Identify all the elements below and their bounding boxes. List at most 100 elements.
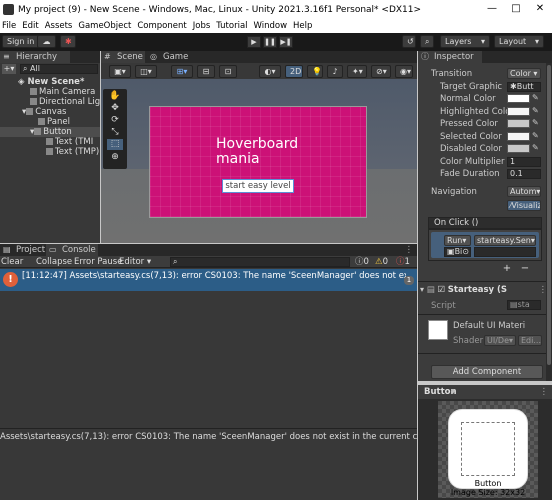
- enabled-checkbox[interactable]: ☑: [437, 285, 445, 295]
- error-count-toggle[interactable]: ⓘ1: [396, 257, 410, 267]
- cube-icon[interactable]: ◫▾: [135, 65, 157, 78]
- rotate-tool-icon[interactable]: ⟳: [107, 115, 123, 126]
- onclick-entry[interactable]: Run▾ starteasy.Sen▾ ▣Bi⊙: [431, 232, 539, 258]
- hidden-objects-icon[interactable]: ⊘▾: [371, 65, 391, 78]
- hand-tool-icon[interactable]: ✋: [107, 91, 123, 102]
- layout-dropdown[interactable]: Layout ▾: [494, 35, 544, 48]
- canvas-rect[interactable]: Hoverboard mania start easy level: [149, 106, 367, 218]
- menu-component[interactable]: Component: [137, 21, 186, 31]
- transition-dropdown[interactable]: Color ▾: [507, 68, 541, 79]
- argument-field[interactable]: [474, 247, 536, 257]
- hierarchy-item-panel[interactable]: Panel: [38, 117, 70, 127]
- pressed-color-swatch[interactable]: [507, 119, 530, 128]
- tab-scene[interactable]: # Scene: [101, 51, 145, 63]
- target-graphic-field[interactable]: ✱Butt: [507, 82, 541, 92]
- warning-count-toggle[interactable]: ⚠0: [375, 257, 388, 267]
- hierarchy-item-text-tmi[interactable]: Text (TMI: [46, 137, 93, 147]
- scale-tool-icon[interactable]: ⤡: [107, 127, 123, 138]
- tab-inspector[interactable]: ⓘ Inspector: [418, 51, 482, 63]
- play-button[interactable]: ▶: [247, 36, 261, 48]
- highlighted-color-swatch[interactable]: [507, 107, 530, 116]
- cloud-icon[interactable]: ☁: [37, 35, 56, 48]
- hierarchy-item-canvas[interactable]: ▾ Canvas: [22, 107, 66, 117]
- hierarchy-item-scene[interactable]: ◈ New Scene*: [0, 77, 100, 87]
- start-easy-button[interactable]: start easy level: [222, 179, 294, 193]
- close-window-button[interactable]: ✕: [533, 2, 547, 16]
- remove-event-button[interactable]: −: [518, 263, 532, 274]
- color-multiplier-field[interactable]: 1: [507, 157, 541, 167]
- tab-hierarchy[interactable]: ≡ Hierarchy: [0, 51, 70, 63]
- layers-dropdown[interactable]: Layers ▾: [440, 35, 490, 48]
- collapse-button[interactable]: Collapse: [36, 257, 72, 267]
- function-dropdown[interactable]: starteasy.Sen▾: [474, 235, 536, 246]
- menu-tutorial[interactable]: Tutorial: [216, 21, 247, 31]
- menu-file[interactable]: File: [2, 21, 16, 31]
- tab-game[interactable]: ◎ Game: [147, 51, 191, 63]
- add-component-button[interactable]: Add Component: [431, 365, 543, 379]
- editor-dropdown[interactable]: Editor ▾: [119, 257, 151, 267]
- clear-button[interactable]: Clear: [1, 257, 23, 267]
- minimize-button[interactable]: —: [485, 2, 499, 16]
- menu-gameobject[interactable]: GameObject: [78, 21, 131, 31]
- menu-jobs[interactable]: Jobs: [193, 21, 211, 31]
- hierarchy-item-button[interactable]: ▾ Button: [0, 127, 100, 137]
- chevron-down-icon[interactable]: ▾: [451, 385, 455, 399]
- history-icon[interactable]: ↺: [402, 35, 416, 48]
- draw-mode-icon[interactable]: ▣▾: [109, 65, 131, 78]
- console-menu-icon[interactable]: ⋮: [405, 244, 414, 256]
- selected-color-swatch[interactable]: [507, 132, 530, 141]
- add-icon[interactable]: +▾: [2, 64, 16, 74]
- eyedropper-icon[interactable]: ✎: [532, 143, 539, 152]
- transform-tool-icon[interactable]: ⊕: [107, 152, 123, 163]
- light-icon[interactable]: 💡: [307, 65, 323, 78]
- hierarchy-item-text-tmp[interactable]: Text (TMP): [46, 147, 99, 157]
- preview-menu-icon[interactable]: ⋮: [540, 385, 549, 399]
- normal-color-swatch[interactable]: [507, 94, 530, 103]
- fade-duration-field[interactable]: 0.1: [507, 169, 541, 179]
- menu-assets[interactable]: Assets: [45, 21, 73, 31]
- runtime-dropdown[interactable]: Run▾: [444, 235, 471, 246]
- menu-window[interactable]: Window: [254, 21, 288, 31]
- scrollbar-thumb[interactable]: [547, 65, 551, 365]
- hierarchy-item-light[interactable]: Directional Lig: [30, 97, 100, 107]
- hierarchy-item-main-camera[interactable]: Main Camera: [30, 87, 95, 97]
- menu-help[interactable]: Help: [293, 21, 312, 31]
- sign-in-button[interactable]: Sign in: [2, 35, 40, 48]
- console-error-entry[interactable]: ! [11:12:47] Assets\starteasy.cs(7,13): …: [0, 269, 417, 291]
- eyedropper-icon[interactable]: ✎: [532, 131, 539, 140]
- eyedropper-icon[interactable]: ✎: [532, 106, 539, 115]
- mode-2d-toggle[interactable]: 2D: [285, 65, 303, 78]
- step-button[interactable]: ▶❚: [279, 36, 293, 48]
- visualize-toggle[interactable]: ⁄Visualize: [507, 200, 541, 211]
- gizmos-icon[interactable]: ◉▾: [395, 65, 413, 78]
- shader-dropdown[interactable]: UI/De▾: [484, 335, 516, 346]
- search-icon[interactable]: ⌕: [420, 35, 434, 48]
- script-component-header[interactable]: ▾ ▤ ☑ Starteasy (S ⋮: [420, 285, 550, 297]
- eyedropper-icon[interactable]: ✎: [532, 118, 539, 127]
- inspector-scrollbar[interactable]: [546, 63, 552, 381]
- scene-viewport[interactable]: Hoverboard mania start easy level ✋ ✥ ⟳ …: [101, 79, 417, 243]
- snap-icon[interactable]: ⊟: [197, 65, 215, 78]
- audio-icon[interactable]: ♪: [327, 65, 343, 78]
- increment-icon[interactable]: ⊡: [219, 65, 237, 78]
- hierarchy-search-input[interactable]: ⌕ All: [20, 64, 98, 74]
- error-pause-button[interactable]: Error Pause: [74, 257, 122, 267]
- grid-snap-icon[interactable]: ⊞▾: [171, 65, 193, 78]
- console-search-input[interactable]: ⌕: [170, 257, 350, 267]
- object-field[interactable]: ▣Bi⊙: [444, 247, 471, 257]
- tab-project[interactable]: ▤ Project: [0, 244, 45, 256]
- add-event-button[interactable]: +: [500, 263, 514, 274]
- disabled-color-swatch[interactable]: [507, 144, 530, 153]
- navigation-dropdown[interactable]: Autom▾: [507, 186, 541, 197]
- log-count-toggle[interactable]: ⓘ0: [355, 257, 369, 267]
- shading-icon[interactable]: ◐▾: [259, 65, 281, 78]
- menu-edit[interactable]: Edit: [22, 21, 38, 31]
- collab-icon[interactable]: ✱: [60, 35, 76, 48]
- edit-shader-button[interactable]: Edi...: [518, 335, 542, 346]
- tab-console[interactable]: ▭ Console: [46, 244, 98, 256]
- pause-button[interactable]: ❚❚: [263, 36, 277, 48]
- effects-icon[interactable]: ✦▾: [347, 65, 367, 78]
- maximize-button[interactable]: □: [509, 2, 523, 16]
- eyedropper-icon[interactable]: ✎: [532, 93, 539, 102]
- rect-tool-icon[interactable]: ⬚: [107, 139, 123, 150]
